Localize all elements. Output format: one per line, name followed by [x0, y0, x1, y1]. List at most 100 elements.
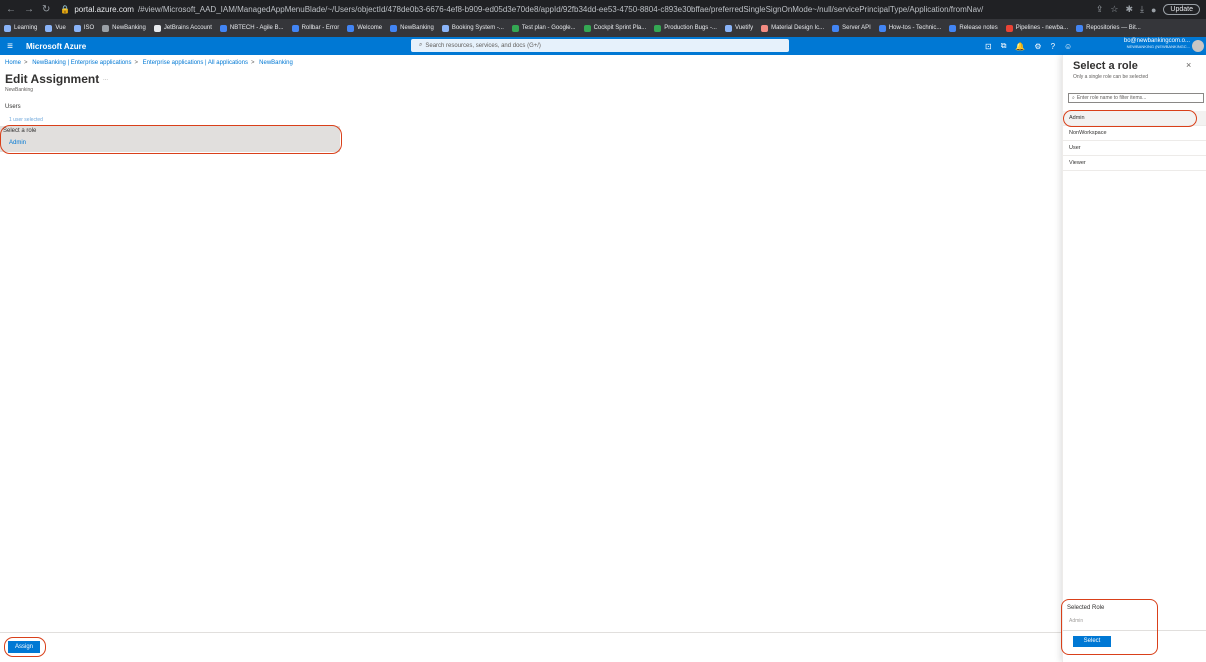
browser-actions: ⇪ ☆ ✱ ⤓ ● Update — [1096, 4, 1206, 15]
bookmark-item[interactable]: NBTECH - Agile B... — [219, 24, 284, 32]
search-icon: ⌕ — [1072, 95, 1075, 101]
role-option-viewer[interactable]: Viewer — [1063, 156, 1206, 171]
bookmark-item[interactable]: Cockpit Sprint Pla... — [583, 24, 646, 32]
role-filter-placeholder: Enter role name to filter items... — [1076, 95, 1147, 101]
bookmark-item[interactable]: Booking System -... — [441, 24, 504, 32]
bookmark-item[interactable]: Release notes — [949, 24, 998, 32]
bookmark-label: Production Bugs -... — [664, 25, 717, 31]
bookmark-item[interactable]: Repositories — Bit... — [1076, 24, 1141, 32]
azure-top-bar: ≡ Microsoft Azure ⌕ Search resources, se… — [0, 37, 1206, 55]
page-subtitle: NewBanking — [5, 87, 34, 93]
bookmark-item[interactable]: Pipelines - newba... — [1005, 24, 1068, 32]
bookmark-item[interactable]: NewBanking — [102, 24, 146, 32]
bookmark-item[interactable]: Welcome — [347, 24, 383, 32]
bookmark-favicon-icon — [761, 24, 769, 32]
bookmark-star-icon[interactable]: ☆ — [1110, 4, 1118, 15]
bookmark-item[interactable]: ISO — [73, 24, 95, 32]
account-menu[interactable]: bo@newbankingcom.o... NEWBANKING (NEWBAN… — [1110, 38, 1190, 49]
page-title: Edit Assignment — [5, 72, 100, 86]
bookmark-item[interactable]: Test plan - Google... — [511, 24, 576, 32]
breadcrumb-all-applications[interactable]: Enterprise applications | All applicatio… — [143, 60, 248, 66]
breadcrumb: Home > NewBanking | Enterprise applicatio… — [5, 60, 293, 66]
lock-icon: 🔒 — [60, 5, 71, 14]
bookmark-label: Rollbar - Error — [301, 25, 340, 31]
assign-button[interactable]: Assign — [8, 641, 40, 653]
select-button[interactable]: Select — [1073, 636, 1111, 647]
help-icon[interactable]: ? — [1051, 42, 1055, 51]
bookmark-item[interactable]: Vue — [45, 24, 66, 32]
bookmark-favicon-icon — [1076, 24, 1084, 32]
profile-icon[interactable]: ● — [1151, 5, 1156, 15]
bookmark-label: Vuetify — [734, 25, 754, 31]
bookmark-favicon-icon — [390, 24, 398, 32]
bookmark-favicon-icon — [219, 24, 227, 32]
bookmark-label: Welcome — [357, 25, 383, 31]
azure-search-input[interactable]: ⌕ Search resources, services, and docs (… — [411, 39, 789, 52]
reload-icon[interactable]: ↻ — [42, 4, 50, 15]
bookmark-item[interactable]: Material Design Ic... — [761, 24, 824, 32]
more-options-icon[interactable]: ... — [103, 76, 108, 82]
extensions-icon[interactable]: ✱ — [1125, 4, 1133, 15]
bookmark-label: ISO — [83, 25, 95, 31]
feedback-icon[interactable]: ☺ — [1064, 42, 1072, 51]
pane-footer-divider — [1063, 630, 1206, 631]
download-icon[interactable]: ⤓ — [1140, 4, 1144, 15]
browser-nav: ← → ↻ — [0, 4, 56, 15]
azure-header-icons: ⊡ ⧉ 🔔 ⚙ ? ☺ — [985, 37, 1072, 55]
select-role-row[interactable] — [0, 126, 340, 152]
bookmark-favicon-icon — [347, 24, 355, 32]
bookmark-label: Release notes — [959, 25, 998, 31]
directory-icon[interactable]: ⧉ — [1001, 41, 1007, 51]
bookmark-favicon-icon — [583, 24, 591, 32]
bookmark-item[interactable]: Rollbar - Error — [291, 24, 340, 32]
bookmark-item[interactable]: Production Bugs -... — [654, 24, 717, 32]
bookmark-label: Learning — [14, 25, 38, 31]
bookmark-item[interactable]: Server API — [832, 24, 871, 32]
menu-icon[interactable]: ≡ — [0, 41, 20, 52]
breadcrumb-home[interactable]: Home — [5, 60, 21, 66]
bookmark-favicon-icon — [949, 24, 957, 32]
pane-title: Select a role — [1073, 60, 1138, 72]
select-role-value[interactable]: Admin — [9, 140, 26, 146]
role-option-user[interactable]: User — [1063, 141, 1206, 156]
cloud-shell-icon[interactable]: ⊡ — [985, 42, 992, 51]
bookmark-favicon-icon — [724, 24, 732, 32]
bookmark-label: Test plan - Google... — [521, 25, 576, 31]
breadcrumb-enterprise-apps[interactable]: NewBanking | Enterprise applications — [32, 60, 131, 66]
forward-icon[interactable]: → — [24, 4, 34, 15]
bookmark-favicon-icon — [153, 24, 161, 32]
users-selected-link[interactable]: 1 user selected — [9, 117, 43, 123]
settings-icon[interactable]: ⚙ — [1034, 42, 1041, 51]
azure-brand[interactable]: Microsoft Azure — [20, 42, 86, 51]
close-icon[interactable]: × — [1186, 60, 1191, 70]
bookmark-favicon-icon — [45, 24, 53, 32]
bookmark-item[interactable]: How-tos - Technic... — [878, 24, 941, 32]
search-placeholder: Search resources, services, and docs (G+… — [425, 42, 541, 49]
bookmark-favicon-icon — [4, 24, 11, 32]
update-button[interactable]: Update — [1163, 4, 1200, 15]
role-filter-input[interactable]: ⌕ Enter role name to filter items... — [1068, 93, 1204, 103]
role-option-nonworkspace[interactable]: NonWorkspace — [1063, 126, 1206, 141]
bookmark-item[interactable]: Vuetify — [724, 24, 754, 32]
bookmark-label: JetBrains Account — [163, 25, 212, 31]
account-tenant: NEWBANKING (NEWBANKINGC... — [1126, 44, 1190, 49]
bookmark-item[interactable]: JetBrains Account — [153, 24, 212, 32]
footer-divider — [0, 632, 1062, 633]
url-path: /#view/Microsoft_AAD_IAM/ManagedAppMenuB… — [137, 5, 984, 14]
select-role-label: Select a role — [3, 128, 37, 134]
back-icon[interactable]: ← — [6, 4, 16, 15]
bookmark-favicon-icon — [878, 24, 886, 32]
bookmark-favicon-icon — [1005, 24, 1013, 32]
bookmark-item[interactable]: NewBanking — [390, 24, 434, 32]
avatar[interactable] — [1192, 40, 1204, 52]
search-icon: ⌕ — [419, 42, 423, 48]
bookmark-label: Booking System -... — [451, 25, 504, 31]
breadcrumb-newbanking[interactable]: NewBanking — [259, 60, 293, 66]
role-option-admin[interactable]: Admin — [1063, 111, 1206, 126]
bookmark-favicon-icon — [73, 24, 81, 32]
share-icon[interactable]: ⇪ — [1096, 4, 1104, 15]
url-field[interactable]: 🔒 portal.azure.com/#view/Microsoft_AAD_I… — [56, 5, 1095, 14]
url-host: portal.azure.com — [74, 5, 134, 14]
notifications-icon[interactable]: 🔔 — [1015, 42, 1025, 51]
bookmark-item[interactable]: Learning — [4, 24, 38, 32]
